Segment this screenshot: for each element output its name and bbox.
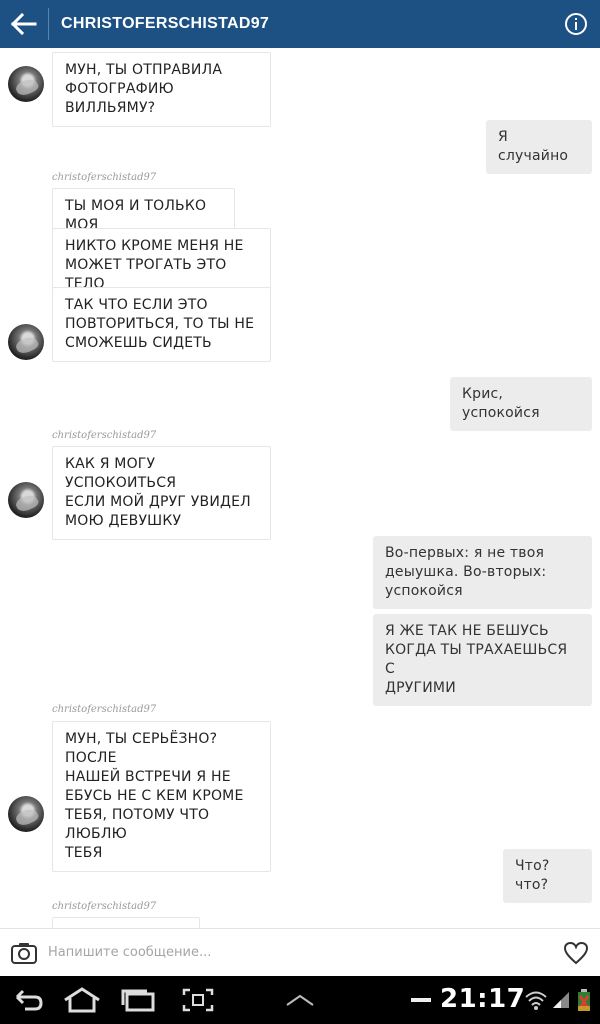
status-clock: 21:17 — [440, 984, 526, 1014]
back-button[interactable] — [0, 0, 48, 48]
sender-name: christoferschistad97 — [52, 901, 157, 912]
avatar[interactable] — [8, 796, 44, 832]
message-line: Я случайно — [498, 129, 569, 164]
message-bubble-incoming[interactable]: МУН, ТЫ СЕРЬЁЗНО? ПОСЛЕ НАШЕЙ ВСТРЕЧИ Я … — [52, 721, 271, 872]
message-line: ЕБУСЬ НЕ С КЕМ КРОМЕ — [65, 788, 244, 804]
message-bubble-incoming[interactable]: МУН, ТЫ ОТПРАВИЛА ФОТОГРАФИЮ ВИЛЛЬЯМУ? — [52, 52, 271, 127]
system-navigation-bar: 21:17 — [0, 976, 600, 1024]
nav-home-button[interactable] — [60, 976, 104, 1024]
message-line: ЕСЛИ МОЙ ДРУГ УВИДЕЛ — [65, 494, 251, 510]
screenshot-icon — [182, 988, 214, 1012]
nav-back-icon — [15, 989, 43, 1011]
heart-icon — [563, 941, 589, 964]
message-bubble-outgoing[interactable]: Что?что? — [503, 849, 592, 903]
avatar[interactable] — [8, 324, 44, 360]
message-bubble-incoming[interactable]: КАК Я МОГУ УСПОКОИТЬСЯ ЕСЛИ МОЙ ДРУГ УВИ… — [52, 446, 271, 540]
avatar[interactable] — [8, 66, 44, 102]
wifi-icon — [522, 976, 550, 1024]
sender-name: christoferschistad97 — [52, 704, 157, 715]
message-composer: Напишите сообщение... — [0, 928, 600, 976]
message-bubble-outgoing[interactable]: Я ЖЕ ТАК НЕ БЕШУСЬ КОГДА ТЫ ТРАХАЕШЬСЯ С… — [373, 614, 592, 706]
chevron-up-icon — [286, 994, 314, 1006]
message-list[interactable]: МУН, ТЫ ОТПРАВИЛА ФОТОГРАФИЮ ВИЛЛЬЯМУ? Я… — [0, 48, 600, 928]
message-input[interactable]: Напишите сообщение... — [48, 945, 552, 960]
battery-icon — [574, 976, 594, 1024]
message-line: МОЮ ДЕВУШКУ — [65, 513, 182, 529]
message-line: Во-первых: я не твоя — [385, 545, 545, 561]
camera-button[interactable] — [0, 929, 48, 977]
arrow-left-icon — [11, 13, 37, 35]
message-line: ТАК ЧТО ЕСЛИ ЭТО — [65, 297, 208, 313]
message-line: ФОТОГРАФИЮ ВИЛЛЬЯМУ? — [65, 81, 174, 116]
like-button[interactable] — [552, 929, 600, 977]
message-bubble-outgoing[interactable]: Во-первых: я не твоя деыушка. Во-вторых:… — [373, 536, 592, 609]
top-app-bar: CHRISTOFERSCHISTAD97 — [0, 0, 600, 48]
message-line: ТЕБЯ — [65, 845, 103, 861]
message-bubble-outgoing[interactable]: Крис, успокойся — [450, 377, 592, 431]
minus-icon — [408, 976, 434, 1024]
message-line: НИКТО КРОМЕ МЕНЯ НЕ — [65, 238, 244, 254]
message-bubble-incoming[interactable] — [52, 917, 200, 928]
sender-name: christoferschistad97 — [52, 172, 157, 183]
message-line: МУН, ТЫ ОТПРАВИЛА — [65, 62, 223, 78]
nav-home-icon — [64, 987, 100, 1013]
message-line: МУН, ТЫ СЕРЬЁЗНО? ПОСЛЕ — [65, 731, 218, 766]
message-line: Крис, успокойся — [462, 386, 540, 421]
message-line: успокойся — [385, 583, 463, 599]
info-button[interactable] — [552, 0, 600, 48]
message-bubble-outgoing[interactable]: Я случайно — [486, 120, 592, 174]
message-line: деыушка. Во-вторых: — [385, 564, 547, 580]
message-line: Что?что? — [515, 858, 550, 893]
message-line: ПОВТОРИТЬСЯ, ТО ТЫ НЕ — [65, 316, 255, 332]
conversation-title[interactable]: CHRISTOFERSCHISTAD97 — [61, 15, 552, 33]
header-divider — [48, 8, 49, 40]
screenshot-button[interactable] — [176, 976, 220, 1024]
message-line: Я ЖЕ ТАК НЕ БЕШУСЬ — [385, 623, 549, 639]
nav-up-button[interactable] — [282, 976, 318, 1024]
signal-icon — [550, 976, 572, 1024]
message-line: КОГДА ТЫ ТРАХАЕШЬСЯ С — [385, 642, 568, 677]
info-icon — [565, 13, 587, 35]
message-line: НАШЕЙ ВСТРЕЧИ Я НЕ — [65, 769, 231, 785]
avatar[interactable] — [8, 482, 44, 518]
camera-icon — [11, 942, 37, 964]
message-line: СМОЖЕШЬ СИДЕТЬ — [65, 335, 212, 351]
message-bubble-incoming[interactable]: ТАК ЧТО ЕСЛИ ЭТО ПОВТОРИТЬСЯ, ТО ТЫ НЕ С… — [52, 287, 271, 362]
nav-recent-apps-button[interactable] — [116, 976, 160, 1024]
message-line: КАК Я МОГУ УСПОКОИТЬСЯ — [65, 456, 177, 491]
sender-name: christoferschistad97 — [52, 430, 157, 441]
message-line: ДРУГИМИ — [385, 680, 456, 696]
nav-recent-apps-icon — [121, 989, 155, 1012]
message-line: ТЕБЯ, ПОТОМУ ЧТО ЛЮБЛЮ — [65, 807, 210, 842]
nav-back-button[interactable] — [6, 976, 50, 1024]
